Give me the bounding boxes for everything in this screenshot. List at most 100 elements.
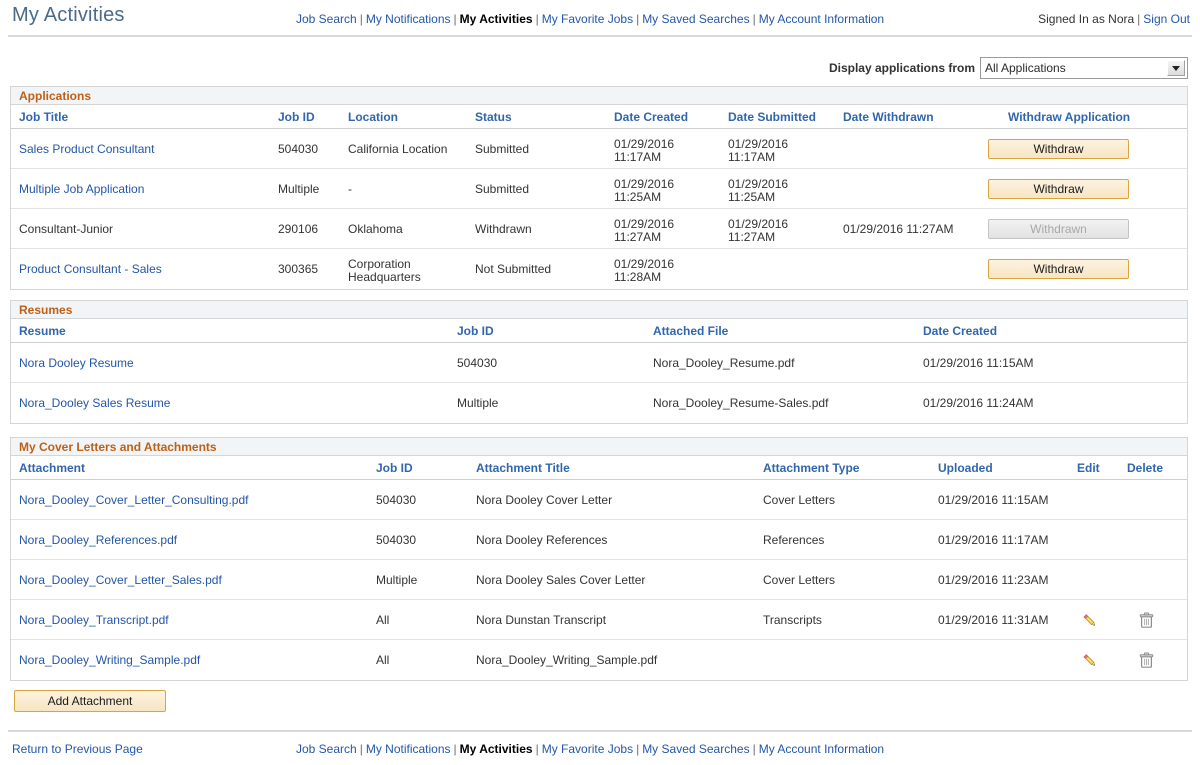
- resumes-section-header: Resumes: [11, 301, 1187, 319]
- attachments-table-body: Nora_Dooley_Cover_Letter_Consulting.pdf 5…: [11, 480, 1187, 680]
- attachment-file-link[interactable]: Nora_Dooley_References.pdf: [19, 534, 177, 547]
- application-date-created: 01/29/2016 11:17AM: [614, 138, 674, 164]
- display-applications-value: All Applications: [981, 58, 1167, 78]
- attachments-column-header: Delete: [1127, 461, 1163, 475]
- resume-name-link[interactable]: Nora Dooley Resume: [19, 357, 134, 370]
- attachment-title: Nora Dooley References: [476, 534, 607, 547]
- sign-out-link[interactable]: Sign Out: [1143, 12, 1190, 26]
- withdraw-button[interactable]: Withdraw: [988, 259, 1129, 279]
- resumes-column-header: Job ID: [457, 324, 494, 338]
- application-status: Submitted: [475, 143, 529, 156]
- add-attachment-button[interactable]: Add Attachment: [14, 690, 166, 712]
- attachment-job-id: 504030: [376, 494, 416, 507]
- applications-table-row: Sales Product Consultant 504030 California…: [11, 129, 1187, 169]
- attachment-title: Nora Dooley Cover Letter: [476, 494, 612, 507]
- footer-nav-link-job-search[interactable]: Job Search: [296, 742, 357, 756]
- application-location: California Location: [348, 143, 447, 156]
- attachment-file-link[interactable]: Nora_Dooley_Cover_Letter_Consulting.pdf: [19, 494, 248, 507]
- attachments-column-header: Job ID: [376, 461, 413, 475]
- attachment-type: Cover Letters: [763, 494, 835, 507]
- attachments-column-header: Attachment Type: [763, 461, 859, 475]
- delete-trash-icon[interactable]: [1135, 609, 1157, 631]
- return-to-previous-page-link[interactable]: Return to Previous Page: [12, 742, 143, 756]
- delete-trash-icon[interactable]: [1135, 649, 1157, 671]
- nav-link-my-account-information[interactable]: My Account Information: [759, 12, 884, 26]
- attachments-table-row: Nora_Dooley_Transcript.pdfAllNora Dunsta…: [11, 600, 1187, 640]
- attachment-file-link[interactable]: Nora_Dooley_Writing_Sample.pdf: [19, 654, 200, 667]
- application-location: Oklahoma: [348, 223, 403, 236]
- attachment-uploaded: 01/29/2016 11:15AM: [938, 494, 1049, 507]
- resumes-section-title: Resumes: [19, 304, 72, 316]
- resumes-column-headers: ResumeJob IDAttached FileDate Created: [11, 319, 1187, 343]
- nav-link-job-search[interactable]: Job Search: [296, 12, 357, 26]
- attachments-section: My Cover Letters and Attachments Attachm…: [10, 437, 1188, 681]
- footer-nav-link-my-activities[interactable]: My Activities: [460, 742, 533, 756]
- applications-column-header: Status: [475, 110, 512, 124]
- nav-link-my-activities[interactable]: My Activities: [460, 12, 533, 26]
- application-job-title[interactable]: Product Consultant - Sales: [19, 263, 162, 276]
- footer-nav-link-my-favorite-jobs[interactable]: My Favorite Jobs: [542, 742, 633, 756]
- applications-column-headers: Job TitleJob IDLocationStatusDate Create…: [11, 105, 1187, 129]
- page-header: My Activities Job Search | My Notification…: [0, 0, 1200, 38]
- nav-separator: |: [633, 12, 642, 26]
- applications-column-header: Job ID: [278, 110, 315, 124]
- attachments-column-header: Attachment Title: [476, 461, 570, 475]
- applications-table-row: Consultant-Junior 290106 Oklahoma Withdrawn…: [11, 209, 1187, 249]
- resumes-section: Resumes ResumeJob IDAttached FileDate Cr…: [10, 300, 1188, 424]
- applications-column-header: Date Created: [614, 110, 688, 124]
- withdraw-button[interactable]: Withdraw: [988, 139, 1129, 159]
- attachments-column-header: Attachment: [19, 461, 85, 475]
- attachments-section-header: My Cover Letters and Attachments: [11, 438, 1187, 456]
- footer-nav-link-my-saved-searches[interactable]: My Saved Searches: [642, 742, 749, 756]
- resume-date-created: 01/29/2016 11:15AM: [923, 357, 1034, 370]
- footer-nav-link-my-account-information[interactable]: My Account Information: [759, 742, 884, 756]
- application-date-submitted: 01/29/2016 11:17AM: [728, 138, 788, 164]
- attachment-uploaded: 01/29/2016 11:17AM: [938, 534, 1049, 547]
- attachment-type: Transcripts: [763, 614, 822, 627]
- application-job-id: 504030: [278, 143, 318, 156]
- attachment-file-link[interactable]: Nora_Dooley_Cover_Letter_Sales.pdf: [19, 574, 222, 587]
- resume-attached-file: Nora_Dooley_Resume-Sales.pdf: [653, 397, 828, 410]
- application-job-title: Consultant-Junior: [19, 223, 113, 236]
- withdrawn-button-disabled: Withdrawn: [988, 219, 1129, 239]
- chevron-down-icon[interactable]: [1167, 60, 1185, 76]
- applications-section-title: Applications: [19, 90, 91, 102]
- bottom-navigation: Job Search|My Notifications|My Activitie…: [296, 742, 884, 756]
- attachments-column-header: Uploaded: [938, 461, 993, 475]
- attachment-title: Nora Dooley Sales Cover Letter: [476, 574, 645, 587]
- attachment-file-link[interactable]: Nora_Dooley_Transcript.pdf: [19, 614, 169, 627]
- applications-column-header: Job Title: [19, 110, 68, 124]
- display-applications-select[interactable]: All Applications: [980, 57, 1188, 79]
- top-navigation: Job Search|My Notifications|My Activitie…: [296, 12, 884, 26]
- resumes-table-row: Nora_Dooley Sales ResumeMultipleNora_Doo…: [11, 383, 1187, 423]
- attachments-column-header: Edit: [1077, 461, 1100, 475]
- attachment-job-id: Multiple: [376, 574, 417, 587]
- applications-column-header: Withdraw Application: [1008, 110, 1130, 124]
- application-job-title[interactable]: Multiple Job Application: [19, 183, 144, 196]
- edit-pencil-icon[interactable]: [1078, 609, 1100, 631]
- nav-link-my-saved-searches[interactable]: My Saved Searches: [642, 12, 749, 26]
- attachments-table-row: Nora_Dooley_Cover_Letter_Consulting.pdf 5…: [11, 480, 1187, 520]
- application-date-created: 01/29/2016 11:28AM: [614, 258, 674, 284]
- application-job-id: 290106: [278, 223, 318, 236]
- attachment-job-id: All: [376, 654, 389, 667]
- application-date-submitted: 01/29/2016 11:25AM: [728, 178, 788, 204]
- attachment-job-id: 504030: [376, 534, 416, 547]
- header-divider: [8, 35, 1192, 37]
- attachments-table-row: Nora_Dooley_References.pdf 504030 Nora Doo…: [11, 520, 1187, 560]
- nav-link-my-favorite-jobs[interactable]: My Favorite Jobs: [542, 12, 633, 26]
- attachments-table-row: Nora_Dooley_Writing_Sample.pdfAllNora_Do…: [11, 640, 1187, 680]
- resume-name-link[interactable]: Nora_Dooley Sales Resume: [19, 397, 170, 410]
- application-job-title[interactable]: Sales Product Consultant: [19, 143, 154, 156]
- nav-link-my-notifications[interactable]: My Notifications: [366, 12, 451, 26]
- withdraw-button[interactable]: Withdraw: [988, 179, 1129, 199]
- nav-separator: |: [750, 742, 759, 756]
- nav-separator: |: [533, 12, 542, 26]
- footer-nav-link-my-notifications[interactable]: My Notifications: [366, 742, 451, 756]
- page-title: My Activities: [12, 4, 125, 27]
- applications-section: Applications Job TitleJob IDLocationStat…: [10, 86, 1188, 290]
- resumes-column-header: Resume: [19, 324, 66, 338]
- resume-date-created: 01/29/2016 11:24AM: [923, 397, 1034, 410]
- edit-pencil-icon[interactable]: [1078, 649, 1100, 671]
- attachments-table-row: Nora_Dooley_Cover_Letter_Sales.pdf Multip…: [11, 560, 1187, 600]
